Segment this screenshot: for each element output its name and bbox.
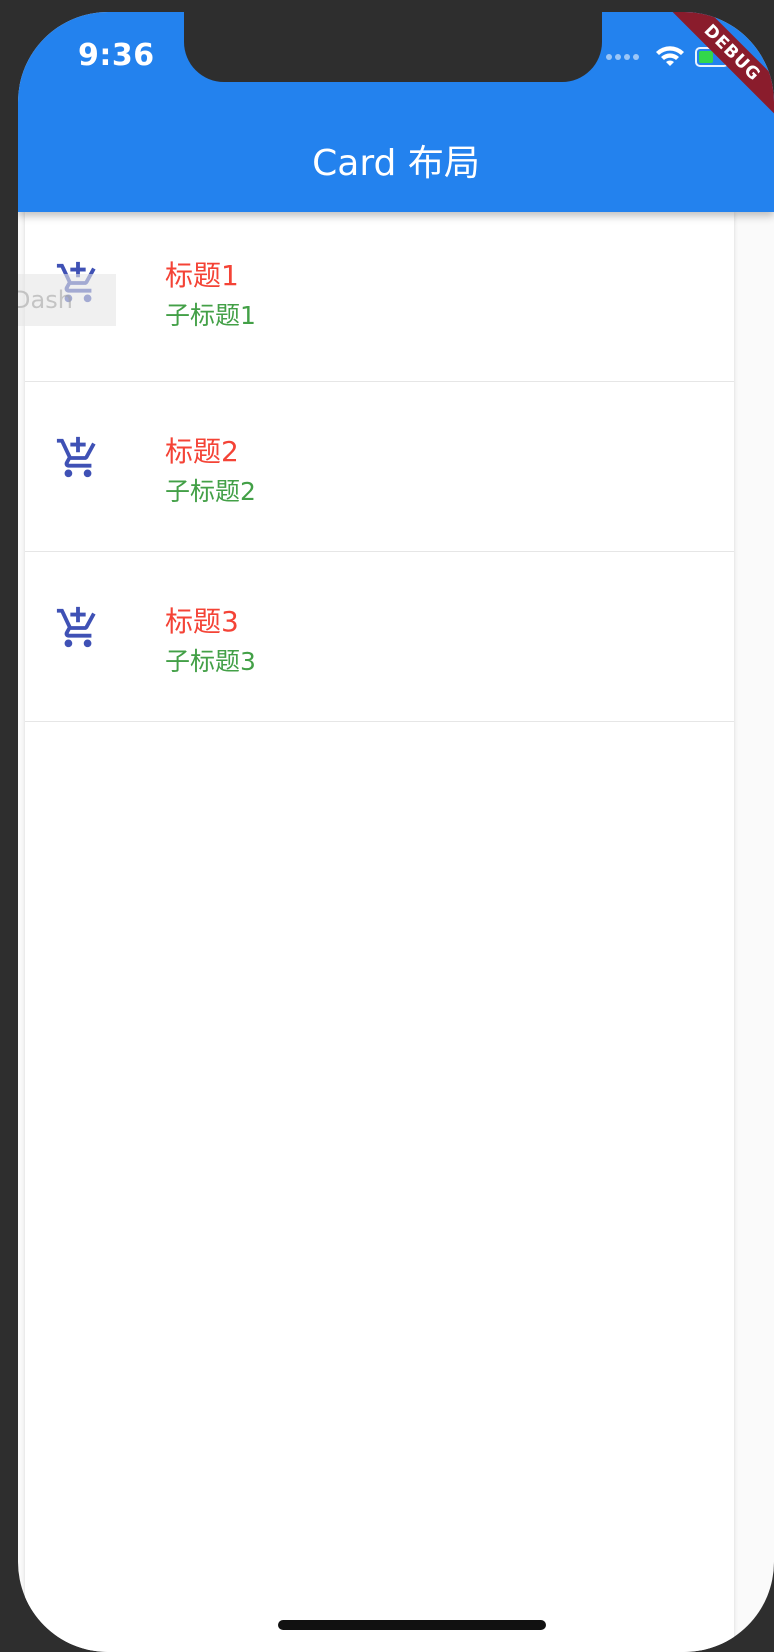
list-item[interactable]: 标题1 子标题1 [25, 212, 734, 382]
app-bar-title: Card 布局 [312, 143, 480, 184]
item-title: 标题1 [165, 259, 239, 292]
floating-overlay-label[interactable]: Dash [18, 274, 116, 326]
wifi-icon [656, 46, 684, 66]
item-subtitle: 子标题2 [165, 477, 256, 506]
device-notch [184, 12, 602, 82]
signal-dots-icon [606, 54, 639, 60]
item-subtitle: 子标题1 [165, 301, 256, 330]
item-title: 标题2 [165, 435, 239, 468]
status-time: 9:36 [78, 38, 155, 73]
item-subtitle: 子标题3 [165, 647, 256, 676]
add-shopping-cart-icon [56, 606, 96, 648]
item-title: 标题3 [165, 605, 239, 638]
card-list: 标题1 子标题1 标题2 子标题2 标题3 子标题3 [25, 212, 734, 1652]
list-item[interactable]: 标题2 子标题2 [25, 382, 734, 552]
add-shopping-cart-icon [56, 436, 96, 478]
home-indicator[interactable] [278, 1620, 546, 1630]
phone-screen: 9:36 Card 布局 DEBUG 标题1 子标题1 标题2 子标题2 标题3… [18, 12, 774, 1652]
list-item[interactable]: 标题3 子标题3 [25, 552, 734, 722]
